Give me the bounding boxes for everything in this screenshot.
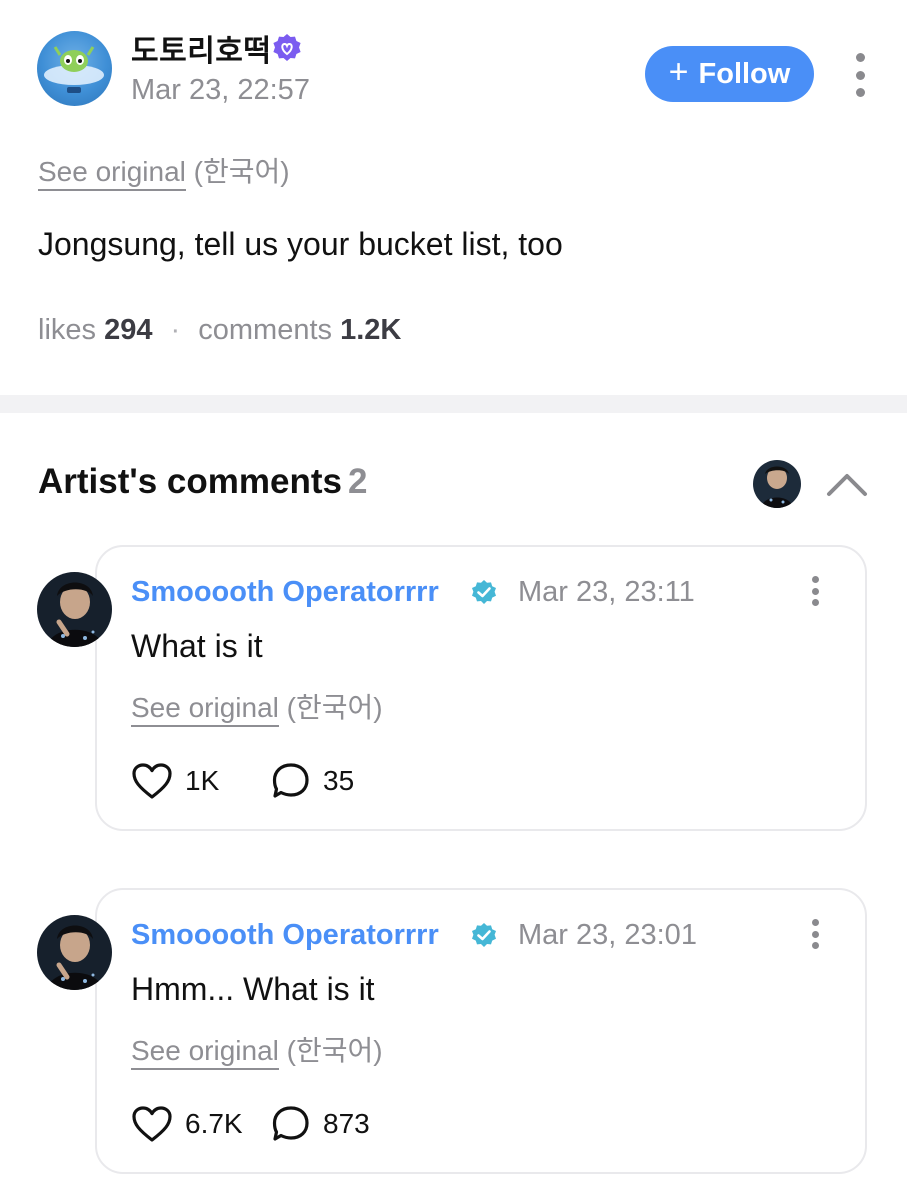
post-see-original-link[interactable]: See original bbox=[38, 156, 186, 191]
comment-original-language: (한국어) bbox=[286, 1035, 383, 1066]
post-more-options-icon[interactable] bbox=[853, 53, 867, 97]
post-text: Jongsung, tell us your bucket list, too bbox=[38, 226, 563, 262]
comment-reply-count: 35 bbox=[323, 765, 355, 796]
likes-count[interactable]: 294 bbox=[104, 314, 152, 346]
commenter-name[interactable]: Smooooth Operatorrrr bbox=[131, 576, 439, 609]
comment-see-original-link[interactable]: See original bbox=[131, 1035, 279, 1070]
comment-like-button[interactable]: 1K bbox=[131, 762, 219, 800]
comment-reply-button[interactable]: 35 bbox=[271, 762, 354, 800]
heart-outline-icon bbox=[132, 763, 172, 799]
author-avatar[interactable] bbox=[37, 31, 112, 106]
comment-text: What is it bbox=[131, 628, 263, 664]
comment-like-count: 1K bbox=[185, 765, 220, 796]
comment-like-count: 6.7K bbox=[185, 1108, 243, 1139]
comment-original-language: (한국어) bbox=[286, 692, 383, 723]
post-see-original-row: See original (한국어) bbox=[38, 150, 290, 191]
comment-text: Hmm... What is it bbox=[131, 971, 375, 1007]
comment-reply-button[interactable]: 873 bbox=[271, 1105, 370, 1143]
plus-icon: + bbox=[668, 53, 689, 91]
comment-more-options-icon[interactable] bbox=[808, 576, 822, 606]
post-original-language: (한국어) bbox=[193, 156, 290, 187]
commenter-avatar[interactable] bbox=[37, 572, 112, 647]
comment-see-original-row: See original (한국어) bbox=[131, 686, 383, 727]
author-name[interactable]: 도토리호떡 bbox=[131, 26, 272, 70]
artist-comments-title-text: Artist's comments bbox=[38, 462, 342, 501]
artist-comments-title: Artist's comments 2 bbox=[38, 462, 367, 502]
artist-avatar-small[interactable] bbox=[753, 460, 801, 508]
follow-button[interactable]: + Follow bbox=[645, 46, 814, 102]
comment-reply-count: 873 bbox=[323, 1108, 370, 1139]
post-timestamp: Mar 23, 22:57 bbox=[131, 74, 310, 106]
commenter-avatar[interactable] bbox=[37, 915, 112, 990]
follow-label: Follow bbox=[698, 57, 791, 90]
section-divider bbox=[0, 395, 907, 413]
commenter-name[interactable]: Smooooth Operatorrrr bbox=[131, 919, 439, 952]
comment-timestamp: Mar 23, 23:01 bbox=[518, 919, 697, 951]
chevron-up-icon[interactable] bbox=[825, 468, 869, 502]
post-stats: likes 294 · comments 1.2K bbox=[38, 314, 401, 347]
heart-outline-icon bbox=[132, 1106, 172, 1142]
comment-see-original-row: See original (한국어) bbox=[131, 1029, 383, 1070]
comment-see-original-link[interactable]: See original bbox=[131, 692, 279, 727]
post-header: 도토리호떡 Mar 23, 22:57 + Follow bbox=[0, 0, 907, 140]
speech-bubble-outline-icon bbox=[272, 1106, 309, 1141]
verified-check-badge-icon bbox=[472, 580, 496, 604]
stats-separator: · bbox=[170, 314, 181, 346]
verified-check-badge-icon bbox=[472, 923, 496, 947]
artist-comments-count: 2 bbox=[347, 462, 368, 501]
speech-bubble-outline-icon bbox=[272, 763, 309, 798]
likes-label: likes bbox=[38, 314, 97, 346]
comment-timestamp: Mar 23, 23:11 bbox=[518, 576, 695, 608]
verified-heart-badge-icon bbox=[273, 34, 301, 61]
comments-count[interactable]: 1.2K bbox=[340, 314, 401, 346]
comment-like-button[interactable]: 6.7K bbox=[131, 1105, 243, 1143]
comment-more-options-icon[interactable] bbox=[808, 919, 822, 949]
comments-label: comments bbox=[198, 314, 333, 346]
